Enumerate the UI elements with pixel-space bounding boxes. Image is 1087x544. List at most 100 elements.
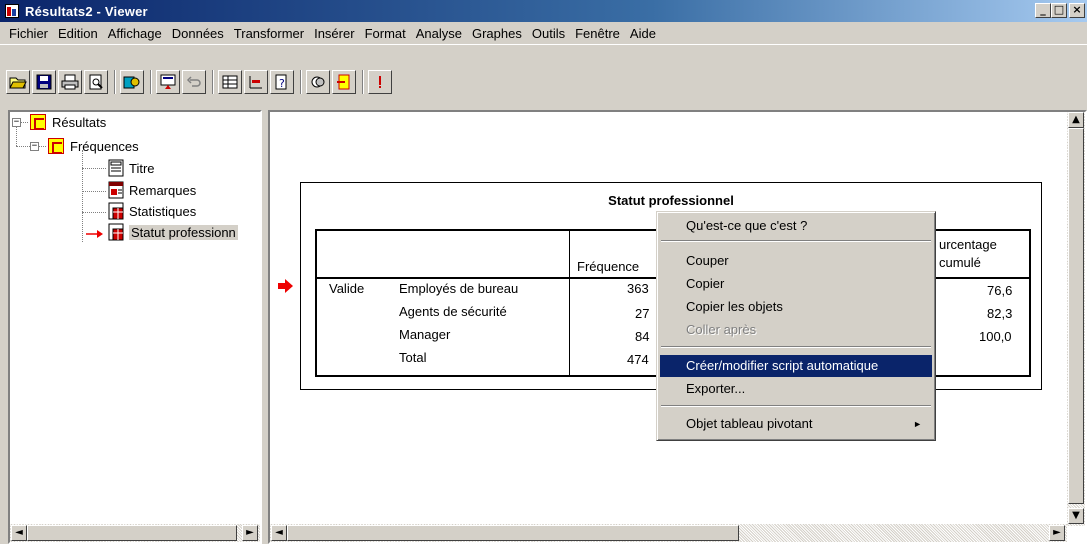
cell-freq: 474: [627, 352, 649, 367]
title-doc-icon: [108, 159, 124, 177]
context-menu: Qu'est-ce que c'est ? Couper Copier Copi…: [656, 211, 936, 441]
print-icon[interactable]: [58, 70, 82, 94]
menu-separator: [661, 240, 931, 242]
designate-window-icon[interactable]: [332, 70, 356, 94]
menu-separator: [661, 405, 931, 407]
alert-icon[interactable]: [368, 70, 392, 94]
title-bar: Résultats2 - Viewer _ □ ×: [0, 0, 1087, 22]
goto-data-icon[interactable]: [218, 70, 242, 94]
scroll-thumb[interactable]: [287, 525, 739, 541]
variables-icon[interactable]: ?: [270, 70, 294, 94]
toolbar-separator: [212, 70, 214, 94]
tree-label: Titre: [129, 160, 155, 176]
minimize-button[interactable]: _: [1035, 3, 1051, 18]
content-hscroll[interactable]: ◄ ►: [270, 524, 1067, 542]
table-icon: [108, 202, 124, 220]
app-icon: [4, 3, 20, 19]
cell-freq: 27: [635, 306, 650, 321]
dialog-recall-icon[interactable]: [156, 70, 180, 94]
tree-item-remarques[interactable]: Remarques: [108, 180, 196, 200]
tree-label: Résultats: [52, 114, 107, 130]
cell-cum: 76,6: [987, 283, 1013, 298]
maximize-button[interactable]: □: [1051, 3, 1067, 18]
print-preview-icon[interactable]: [84, 70, 108, 94]
menu-affichage[interactable]: Affichage: [103, 26, 167, 41]
save-icon[interactable]: [32, 70, 56, 94]
menu-item-export[interactable]: Exporter...: [660, 378, 932, 400]
toolbar-separator: [150, 70, 152, 94]
tree-item-statistiques[interactable]: Statistiques: [108, 201, 196, 221]
tree-label: Statistiques: [129, 203, 197, 219]
export-icon[interactable]: [120, 70, 144, 94]
menu-donnees[interactable]: Données: [167, 26, 229, 41]
select-cases-icon[interactable]: [306, 70, 330, 94]
close-button[interactable]: ×: [1069, 3, 1085, 18]
row-label: Manager: [399, 327, 451, 342]
menu-item-copy-objects[interactable]: Copier les objets: [660, 296, 932, 318]
tree-label: Statut professionn: [129, 224, 238, 240]
menu-bar: Fichier Edition Affichage Données Transf…: [0, 22, 1087, 44]
scroll-thumb[interactable]: [27, 525, 237, 541]
current-item-arrow-icon: [86, 227, 106, 242]
row-group-label: Valide: [329, 281, 365, 296]
scroll-up-button[interactable]: ▲: [1068, 112, 1084, 128]
scroll-right-button[interactable]: ►: [242, 525, 258, 541]
menu-transformer[interactable]: Transformer: [229, 26, 309, 41]
menu-format[interactable]: Format: [360, 26, 411, 41]
toolbar-separator: [114, 70, 116, 94]
scroll-left-button[interactable]: ◄: [271, 525, 287, 541]
menu-fenetre[interactable]: Fenêtre: [570, 26, 625, 41]
submenu-arrow-icon: ►: [913, 419, 922, 429]
notes-icon: [108, 181, 124, 199]
menu-edition[interactable]: Edition: [53, 26, 103, 41]
undo-icon[interactable]: [182, 70, 206, 94]
menu-item-create-script[interactable]: Créer/modifier script automatique: [660, 355, 932, 377]
scroll-down-button[interactable]: ▼: [1068, 508, 1084, 524]
toolbar-separator: [362, 70, 364, 94]
outline-pane[interactable]: − Résultats − Fréquences Titre Remarques…: [8, 110, 262, 544]
menu-aide[interactable]: Aide: [625, 26, 661, 41]
menu-graphes[interactable]: Graphes: [467, 26, 527, 41]
menu-item-pivot-object[interactable]: Objet tableau pivotant ►: [660, 413, 932, 435]
pivot-title: Statut professionnel: [608, 193, 734, 208]
row-label: Agents de sécurité: [399, 304, 507, 319]
cell-freq: 84: [635, 329, 650, 344]
goto-case-icon[interactable]: [244, 70, 268, 94]
col-header-pourcentage: urcentage: [939, 237, 997, 252]
scroll-right-button[interactable]: ►: [1049, 525, 1065, 541]
menu-analyse[interactable]: Analyse: [411, 26, 467, 41]
selection-arrow-icon: [278, 279, 294, 296]
toolbar: ?: [0, 44, 1087, 104]
menu-outils[interactable]: Outils: [527, 26, 570, 41]
scroll-left-button[interactable]: ◄: [11, 525, 27, 541]
row-label: Employés de bureau: [399, 281, 519, 296]
toolbar-separator: [300, 70, 302, 94]
outline-hscroll[interactable]: ◄ ►: [10, 524, 260, 542]
col-header-cumule: cumulé: [939, 255, 981, 270]
tree-line: [82, 168, 106, 169]
menu-item-copy[interactable]: Copier: [660, 273, 932, 295]
tree-line: [82, 150, 83, 242]
menu-fichier[interactable]: Fichier: [4, 26, 53, 41]
collapse-toggle[interactable]: −: [12, 118, 21, 127]
menu-item-cut[interactable]: Couper: [660, 250, 932, 272]
content-vscroll[interactable]: ▲ ▼: [1067, 112, 1085, 526]
tree-item-titre[interactable]: Titre: [108, 158, 155, 178]
cell-cum: 82,3: [987, 306, 1013, 321]
menu-item-whats-this[interactable]: Qu'est-ce que c'est ?: [660, 215, 932, 237]
svg-text:?: ?: [279, 77, 285, 90]
collapse-toggle[interactable]: −: [30, 142, 39, 151]
menu-inserer[interactable]: Insérer: [309, 26, 359, 41]
menu-separator: [661, 346, 931, 348]
col-header-frequence: Fréquence: [577, 259, 640, 274]
tree-item-resultats[interactable]: Résultats: [30, 112, 106, 132]
tree-label: Fréquences: [70, 138, 139, 154]
book-icon: [48, 138, 64, 154]
cell-cum: 100,0: [979, 329, 1012, 344]
open-folder-icon[interactable]: [6, 70, 30, 94]
tree-line: [16, 126, 17, 146]
tree-item-frequences[interactable]: Fréquences: [48, 136, 139, 156]
tree-item-statut-professionnel[interactable]: Statut professionn: [108, 222, 238, 242]
menu-item-paste-after: Coller après: [686, 322, 757, 337]
scroll-thumb[interactable]: [1068, 128, 1084, 504]
